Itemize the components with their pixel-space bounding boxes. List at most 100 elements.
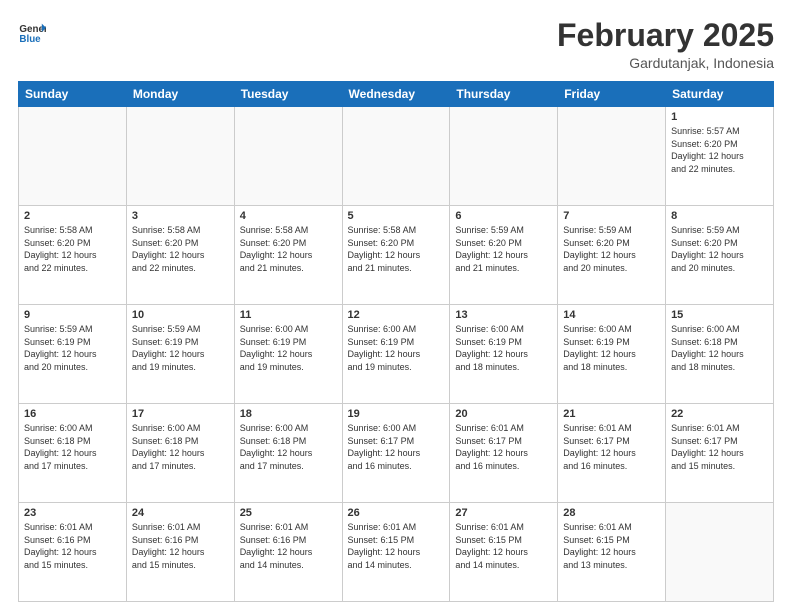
day-cell: 26 Sunrise: 6:01 AM Sunset: 6:15 PM Dayli… <box>342 503 450 602</box>
day-info: Sunrise: 6:01 AM Sunset: 6:17 PM Dayligh… <box>455 422 552 472</box>
day-number: 22 <box>671 408 768 420</box>
day-number: 10 <box>132 309 229 321</box>
day-cell: 8Sunrise: 5:59 AM Sunset: 6:20 PM Daylig… <box>666 206 774 305</box>
day-info: Sunrise: 6:00 AM Sunset: 6:18 PM Dayligh… <box>24 422 121 472</box>
day-number: 25 <box>240 507 337 519</box>
month-year: February 2025 <box>557 18 774 53</box>
day-number: 7 <box>563 210 660 222</box>
day-cell: 23Sunrise: 6:01 AM Sunset: 6:16 PM Dayli… <box>19 503 127 602</box>
day-info: Sunrise: 5:59 AM Sunset: 6:19 PM Dayligh… <box>132 323 229 373</box>
day-number: 27 <box>455 507 552 519</box>
day-info: Sunrise: 6:00 AM Sunset: 6:19 PM Dayligh… <box>240 323 337 373</box>
col-friday: Friday <box>558 82 666 107</box>
day-info: Sunrise: 6:00 AM Sunset: 6:17 PM Dayligh… <box>348 422 445 472</box>
day-number: 18 <box>240 408 337 420</box>
day-cell: 27 Sunrise: 6:01 AM Sunset: 6:15 PM Dayli… <box>450 503 558 602</box>
day-number: 17 <box>132 408 229 420</box>
day-info: Sunrise: 5:59 AM Sunset: 6:20 PM Dayligh… <box>455 224 552 274</box>
day-number: 26 <box>348 507 445 519</box>
day-info: Sunrise: 5:58 AM Sunset: 6:20 PM Dayligh… <box>132 224 229 274</box>
day-cell: 18Sunrise: 6:00 AM Sunset: 6:18 PM Dayli… <box>234 404 342 503</box>
day-number: 21 <box>563 408 660 420</box>
day-number: 1 <box>671 111 768 123</box>
week-row-2: 9 Sunrise: 5:59 AM Sunset: 6:19 PM Daylig… <box>19 305 774 404</box>
day-cell: 6 Sunrise: 5:59 AM Sunset: 6:20 PM Daylig… <box>450 206 558 305</box>
day-cell: 10 Sunrise: 5:59 AM Sunset: 6:19 PM Dayli… <box>126 305 234 404</box>
day-info: Sunrise: 5:58 AM Sunset: 6:20 PM Dayligh… <box>348 224 445 274</box>
day-cell: 9Sunrise: 5:59 AM Sunset: 6:19 PM Daylig… <box>19 305 127 404</box>
week-row-1: 2 Sunrise: 5:58 AM Sunset: 6:20 PM Daylig… <box>19 206 774 305</box>
day-number: 19 <box>348 408 445 420</box>
day-info: Sunrise: 6:00 AM Sunset: 6:19 PM Dayligh… <box>455 323 552 373</box>
day-cell: 3Sunrise: 5:58 AM Sunset: 6:20 PM Daylig… <box>126 206 234 305</box>
day-cell: 19 Sunrise: 6:00 AM Sunset: 6:17 PM Dayli… <box>342 404 450 503</box>
day-number: 11 <box>240 309 337 321</box>
day-cell: 7Sunrise: 5:59 AM Sunset: 6:20 PM Daylig… <box>558 206 666 305</box>
day-cell: 28 Sunrise: 6:01 AM Sunset: 6:15 PM Dayli… <box>558 503 666 602</box>
day-info: Sunrise: 5:58 AM Sunset: 6:20 PM Dayligh… <box>24 224 121 274</box>
day-info: Sunrise: 6:00 AM Sunset: 6:19 PM Dayligh… <box>563 323 660 373</box>
day-cell <box>558 107 666 206</box>
calendar-header-row: Sunday Monday Tuesday Wednesday Thursday… <box>19 82 774 107</box>
day-number: 20 <box>455 408 552 420</box>
day-cell: 14 Sunrise: 6:00 AM Sunset: 6:19 PM Dayli… <box>558 305 666 404</box>
day-cell: 17 Sunrise: 6:00 AM Sunset: 6:18 PM Dayli… <box>126 404 234 503</box>
day-cell: 22 Sunrise: 6:01 AM Sunset: 6:17 PM Dayli… <box>666 404 774 503</box>
week-row-0: 1 Sunrise: 5:57 AM Sunset: 6:20 PM Daylig… <box>19 107 774 206</box>
day-cell: 25 Sunrise: 6:01 AM Sunset: 6:16 PM Dayli… <box>234 503 342 602</box>
calendar-table: Sunday Monday Tuesday Wednesday Thursday… <box>18 81 774 602</box>
day-cell: 21 Sunrise: 6:01 AM Sunset: 6:17 PM Dayli… <box>558 404 666 503</box>
day-cell <box>342 107 450 206</box>
day-number: 28 <box>563 507 660 519</box>
day-cell <box>19 107 127 206</box>
day-info: Sunrise: 5:57 AM Sunset: 6:20 PM Dayligh… <box>671 125 768 175</box>
day-number: 23 <box>24 507 121 519</box>
day-info: Sunrise: 6:01 AM Sunset: 6:15 PM Dayligh… <box>455 521 552 571</box>
day-info: Sunrise: 6:01 AM Sunset: 6:16 PM Dayligh… <box>240 521 337 571</box>
day-cell: 24 Sunrise: 6:01 AM Sunset: 6:16 PM Dayli… <box>126 503 234 602</box>
day-info: Sunrise: 6:00 AM Sunset: 6:19 PM Dayligh… <box>348 323 445 373</box>
day-number: 6 <box>455 210 552 222</box>
day-cell: 16 Sunrise: 6:00 AM Sunset: 6:18 PM Dayli… <box>19 404 127 503</box>
day-cell: 20 Sunrise: 6:01 AM Sunset: 6:17 PM Dayli… <box>450 404 558 503</box>
day-cell <box>450 107 558 206</box>
day-number: 15 <box>671 309 768 321</box>
day-number: 14 <box>563 309 660 321</box>
day-cell: 15 Sunrise: 6:00 AM Sunset: 6:18 PM Dayli… <box>666 305 774 404</box>
day-cell: 13 Sunrise: 6:00 AM Sunset: 6:19 PM Dayli… <box>450 305 558 404</box>
svg-text:Blue: Blue <box>19 34 41 45</box>
week-row-4: 23 Sunrise: 6:01 AM Sunset: 6:16 PM Dayli… <box>19 503 774 602</box>
logo: General Blue <box>18 18 50 46</box>
day-info: Sunrise: 5:59 AM Sunset: 6:20 PM Dayligh… <box>671 224 768 274</box>
logo-icon: General Blue <box>18 18 46 46</box>
day-cell: 12 Sunrise: 6:00 AM Sunset: 6:19 PM Dayli… <box>342 305 450 404</box>
col-sunday: Sunday <box>19 82 127 107</box>
location: Gardutanjak, Indonesia <box>557 55 774 71</box>
day-number: 9 <box>24 309 121 321</box>
col-thursday: Thursday <box>450 82 558 107</box>
title-block: February 2025 Gardutanjak, Indonesia <box>557 18 774 71</box>
week-row-3: 16 Sunrise: 6:00 AM Sunset: 6:18 PM Dayli… <box>19 404 774 503</box>
day-info: Sunrise: 6:01 AM Sunset: 6:17 PM Dayligh… <box>671 422 768 472</box>
day-info: Sunrise: 6:01 AM Sunset: 6:15 PM Dayligh… <box>563 521 660 571</box>
col-monday: Monday <box>126 82 234 107</box>
day-number: 13 <box>455 309 552 321</box>
day-number: 12 <box>348 309 445 321</box>
day-info: Sunrise: 6:01 AM Sunset: 6:15 PM Dayligh… <box>348 521 445 571</box>
day-info: Sunrise: 6:00 AM Sunset: 6:18 PM Dayligh… <box>132 422 229 472</box>
day-number: 16 <box>24 408 121 420</box>
col-saturday: Saturday <box>666 82 774 107</box>
page: General Blue February 2025 Gardutanjak, … <box>0 0 792 612</box>
day-number: 5 <box>348 210 445 222</box>
day-number: 2 <box>24 210 121 222</box>
day-info: Sunrise: 6:01 AM Sunset: 6:17 PM Dayligh… <box>563 422 660 472</box>
day-info: Sunrise: 6:00 AM Sunset: 6:18 PM Dayligh… <box>671 323 768 373</box>
header: General Blue February 2025 Gardutanjak, … <box>18 18 774 71</box>
day-cell: 5 Sunrise: 5:58 AM Sunset: 6:20 PM Daylig… <box>342 206 450 305</box>
day-cell <box>234 107 342 206</box>
day-number: 24 <box>132 507 229 519</box>
day-cell <box>126 107 234 206</box>
day-cell: 1 Sunrise: 5:57 AM Sunset: 6:20 PM Daylig… <box>666 107 774 206</box>
col-tuesday: Tuesday <box>234 82 342 107</box>
day-info: Sunrise: 6:01 AM Sunset: 6:16 PM Dayligh… <box>132 521 229 571</box>
